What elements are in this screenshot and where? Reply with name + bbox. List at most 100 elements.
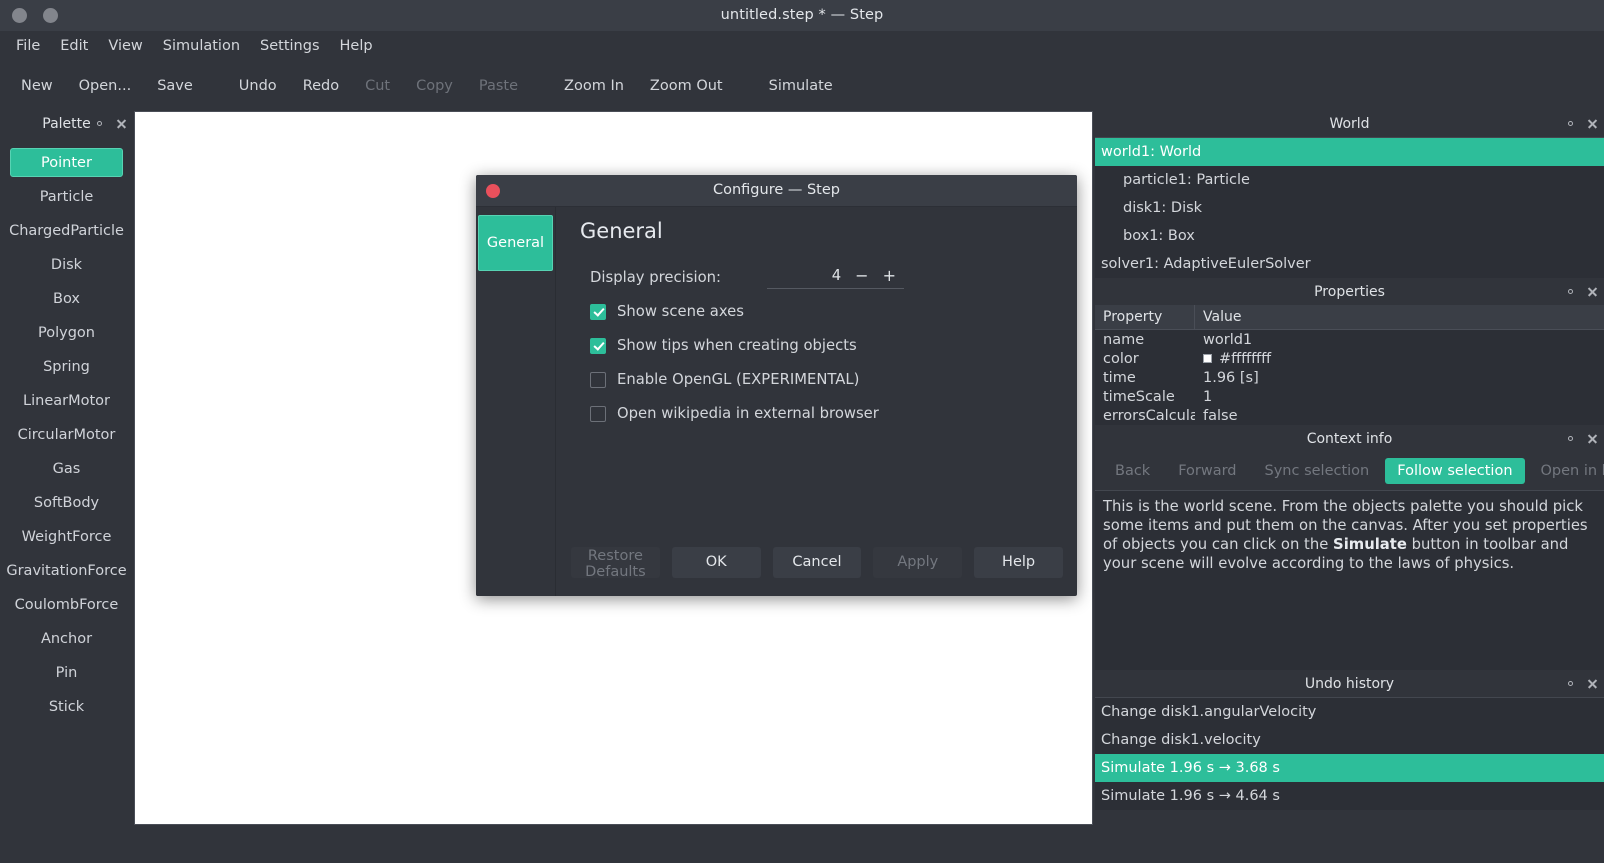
increment-icon[interactable]: + — [883, 267, 896, 283]
palette-item-gas[interactable]: Gas — [10, 454, 123, 483]
close-icon[interactable] — [1586, 433, 1598, 445]
toolbar-redo[interactable]: Redo — [290, 73, 352, 99]
palette-item-list: Pointer Particle ChargedParticle Disk Bo… — [0, 137, 133, 721]
window-title: untitled.step * — Step — [720, 7, 884, 23]
list-item[interactable]: Simulate 1.96 s → 3.68 s — [1095, 754, 1604, 782]
close-icon[interactable] — [486, 184, 500, 198]
property-name: timeScale — [1103, 388, 1175, 405]
world-panel-title: World — [1329, 115, 1370, 132]
properties-panel: Properties Property Value name world1 co… — [1095, 278, 1604, 425]
palette-item-softbody[interactable]: SoftBody — [10, 488, 123, 517]
cancel-button[interactable]: Cancel — [772, 546, 862, 578]
palette-item-spring[interactable]: Spring — [10, 352, 123, 381]
tree-row[interactable]: disk1: Disk — [1095, 194, 1604, 222]
palette-item-gravitationforce[interactable]: GravitationForce — [6, 556, 126, 585]
tree-row[interactable]: box1: Box — [1095, 222, 1604, 250]
close-icon[interactable] — [1586, 678, 1598, 690]
float-icon[interactable] — [94, 118, 106, 130]
dialog-tab-general[interactable]: General — [478, 215, 553, 271]
help-button[interactable]: Help — [974, 546, 1063, 578]
toolbar-paste: Paste — [478, 78, 519, 94]
checkbox-icon[interactable] — [590, 303, 606, 320]
table-row[interactable]: color #ffffffff — [1095, 349, 1604, 368]
close-icon[interactable] — [1586, 286, 1598, 298]
menubar: File Edit View Simulation Settings Help — [0, 31, 1604, 61]
property-name: name — [1103, 331, 1145, 348]
display-precision-value: 4 — [831, 267, 842, 284]
toolbar-save[interactable]: Save — [144, 73, 206, 99]
float-icon[interactable] — [1565, 433, 1577, 445]
toolbar-open[interactable]: Open... — [66, 73, 145, 99]
palette-item-chargedparticle[interactable]: ChargedParticle — [9, 216, 124, 245]
display-precision-stepper[interactable]: 4 − + — [766, 265, 904, 289]
checkbox-show-tips[interactable]: Show tips when creating objects — [590, 337, 1059, 354]
tree-row[interactable]: particle1: Particle — [1095, 166, 1604, 194]
toolbar-undo[interactable]: Undo — [226, 73, 290, 99]
menu-settings[interactable]: Settings — [250, 35, 329, 57]
palette-item-coulombforce[interactable]: CoulombForce — [10, 590, 123, 619]
column-header-value: Value — [1203, 309, 1242, 325]
toolbar-zoom-out[interactable]: Zoom Out — [637, 73, 736, 99]
float-icon[interactable] — [1565, 286, 1577, 298]
sync-selection-button: Sync selection — [1264, 463, 1370, 479]
float-icon[interactable] — [1565, 678, 1577, 690]
list-item[interactable]: Simulate 1.96 s → 4.64 s — [1095, 782, 1604, 810]
tree-row[interactable]: world1: World — [1095, 138, 1604, 166]
checkbox-enable-opengl[interactable]: Enable OpenGL (EXPERIMENTAL) — [590, 371, 1059, 388]
tree-row[interactable]: solver1: AdaptiveEulerSolver — [1095, 250, 1604, 278]
palette-item-weightforce[interactable]: WeightForce — [10, 522, 123, 551]
context-info-panel-header: Context info — [1095, 425, 1604, 452]
menu-view[interactable]: View — [98, 35, 152, 57]
palette-item-anchor[interactable]: Anchor — [10, 624, 123, 653]
properties-panel-title: Properties — [1314, 283, 1385, 300]
display-precision-row: Display precision: 4 − + — [590, 265, 1059, 289]
palette-item-particle[interactable]: Particle — [10, 182, 123, 211]
float-icon[interactable] — [1565, 118, 1577, 130]
checkbox-show-scene-axes[interactable]: Show scene axes — [590, 303, 1059, 320]
checkbox-icon[interactable] — [590, 405, 606, 422]
palette-item-polygon[interactable]: Polygon — [10, 318, 123, 347]
property-name: color — [1103, 350, 1139, 367]
apply-button: Apply — [873, 546, 963, 578]
table-row[interactable]: timeScale 1 — [1095, 387, 1604, 406]
checkbox-open-wikipedia-external[interactable]: Open wikipedia in external browser — [590, 405, 1059, 422]
close-icon[interactable] — [115, 118, 127, 130]
palette-item-pointer[interactable]: Pointer — [10, 148, 123, 177]
checkbox-icon[interactable] — [590, 337, 606, 354]
menu-help[interactable]: Help — [330, 35, 383, 57]
menu-file[interactable]: File — [6, 35, 50, 57]
palette-item-circularmotor[interactable]: CircularMotor — [10, 420, 123, 449]
context-info-body: Back Forward Sync selection Follow selec… — [1095, 452, 1604, 670]
toolbar-new[interactable]: New — [8, 73, 66, 99]
dialog-footer: Restore Defaults OK Cancel Apply Help — [557, 528, 1077, 596]
checkbox-label: Show tips when creating objects — [617, 337, 857, 354]
menu-edit[interactable]: Edit — [50, 35, 98, 57]
follow-selection-button[interactable]: Follow selection — [1385, 458, 1525, 484]
table-row[interactable]: time 1.96 [s] — [1095, 368, 1604, 387]
list-item[interactable]: Change disk1.angularVelocity — [1095, 698, 1604, 726]
palette-item-disk[interactable]: Disk — [10, 250, 123, 279]
properties-dock-buttons — [1565, 278, 1598, 305]
palette-item-box[interactable]: Box — [10, 284, 123, 313]
world-panel-header: World — [1095, 110, 1604, 137]
display-precision-label: Display precision: — [590, 268, 721, 286]
configure-dialog: Configure — Step General General Display… — [476, 175, 1077, 596]
column-header-property: Property — [1095, 305, 1195, 329]
close-icon[interactable] — [1586, 118, 1598, 130]
properties-table-header: Property Value — [1095, 305, 1604, 330]
palette-item-pin[interactable]: Pin — [10, 658, 123, 687]
palette-item-stick[interactable]: Stick — [10, 692, 123, 721]
table-row[interactable]: name world1 — [1095, 330, 1604, 349]
toolbar-zoom-in[interactable]: Zoom In — [551, 73, 637, 99]
toolbar-simulate[interactable]: Simulate — [756, 73, 846, 99]
open-in-browser-button: Open in browser — [1540, 463, 1604, 479]
table-row[interactable]: errorsCalcula... false — [1095, 406, 1604, 425]
checkbox-icon[interactable] — [590, 371, 606, 388]
palette-item-linearmotor[interactable]: LinearMotor — [10, 386, 123, 415]
decrement-icon[interactable]: − — [855, 267, 868, 283]
property-value: world1 — [1203, 331, 1253, 348]
list-item[interactable]: Change disk1.velocity — [1095, 726, 1604, 754]
menu-simulation[interactable]: Simulation — [153, 35, 250, 57]
ok-button[interactable]: OK — [671, 546, 761, 578]
palette-dock: Palette Pointer Particle ChargedParticle… — [0, 110, 133, 863]
